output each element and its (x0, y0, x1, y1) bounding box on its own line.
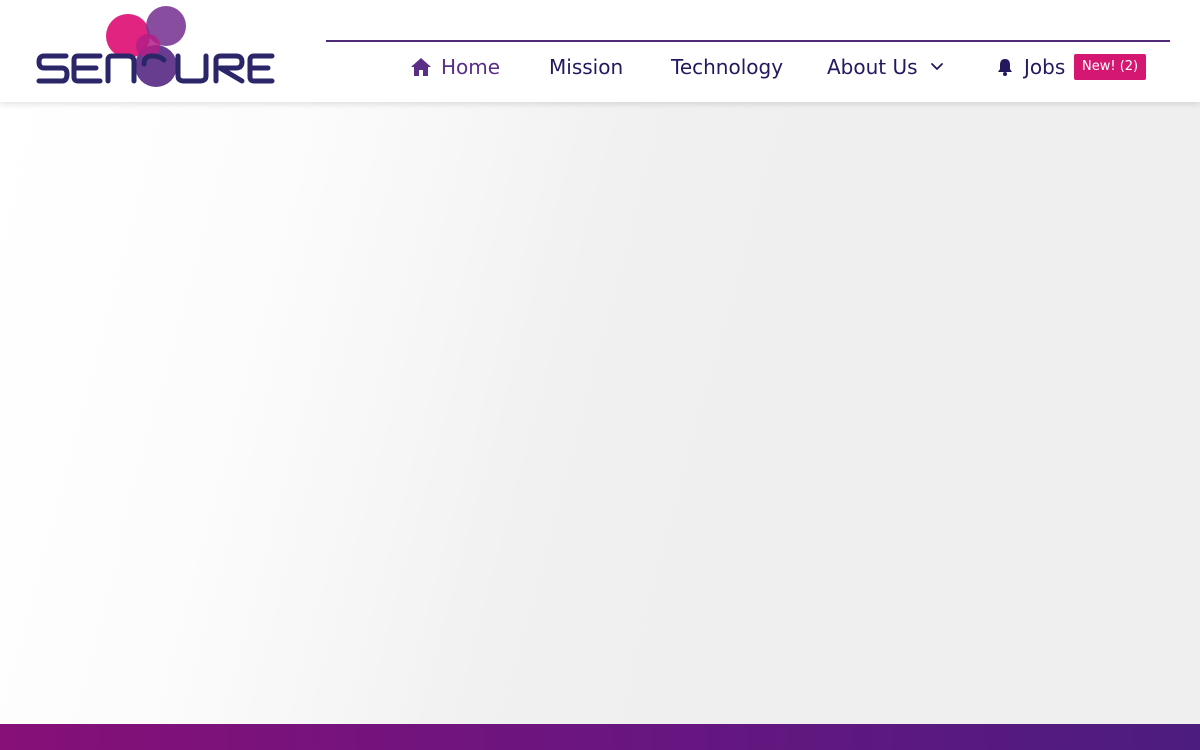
nav-item-technology[interactable]: Technology (671, 50, 783, 84)
nav-item-jobs-label: Jobs (1024, 55, 1066, 79)
nav-divider (326, 40, 1170, 42)
nav-item-about-us-label: About Us (827, 55, 918, 79)
nav-item-jobs[interactable]: Jobs (995, 50, 1065, 84)
nav-item-mission[interactable]: Mission (549, 50, 623, 84)
jobs-new-badge[interactable]: New! (2) (1074, 54, 1147, 80)
site-header: Home Mission Technology About Us Jobs Ne… (0, 0, 1200, 102)
nav-item-technology-label: Technology (671, 55, 784, 79)
nav-item-about-us[interactable]: About Us (827, 50, 944, 84)
nav-item-home[interactable]: Home (410, 50, 500, 84)
nav-item-mission-label: Mission (549, 55, 624, 79)
nav-item-home-label: Home (441, 55, 501, 79)
bell-icon (995, 57, 1015, 77)
sencure-logo[interactable] (36, 4, 276, 92)
hero-section (0, 102, 1200, 724)
home-icon (410, 57, 432, 77)
chevron-down-icon[interactable] (930, 62, 944, 72)
footer-gradient-bar (0, 724, 1200, 750)
